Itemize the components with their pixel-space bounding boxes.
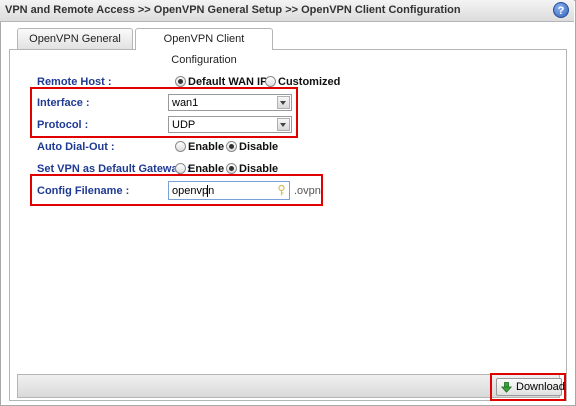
interface-label: Interface : bbox=[37, 97, 90, 109]
download-icon bbox=[501, 382, 512, 393]
interface-select-value: wan1 bbox=[172, 97, 199, 109]
default-gateway-disable-radio[interactable] bbox=[226, 163, 237, 174]
auto-dial-out-disable-radio[interactable] bbox=[226, 141, 237, 152]
text-caret bbox=[207, 185, 208, 197]
auto-dial-out-label: Auto Dial-Out : bbox=[37, 141, 115, 153]
auto-dial-out-enable-radio[interactable] bbox=[175, 141, 186, 152]
remote-host-default-wan-radio[interactable] bbox=[175, 76, 186, 87]
config-filename-label: Config Filename : bbox=[37, 185, 130, 197]
config-filename-input[interactable]: openvpn bbox=[168, 181, 290, 200]
auto-dial-out-disable-label: Disable bbox=[239, 141, 279, 153]
chevron-down-icon bbox=[277, 96, 290, 109]
footer-bar bbox=[17, 374, 560, 398]
title-bar: VPN and Remote Access >> OpenVPN General… bbox=[0, 0, 574, 22]
download-label: Download bbox=[516, 381, 565, 393]
download-button[interactable]: Download bbox=[496, 378, 565, 396]
filename-extension: .ovpn bbox=[294, 185, 321, 197]
protocol-select[interactable]: UDP bbox=[168, 116, 292, 133]
remote-host-customized-radio[interactable] bbox=[265, 76, 276, 87]
chevron-down-icon bbox=[277, 118, 290, 131]
protocol-label: Protocol : bbox=[37, 119, 89, 131]
protocol-select-value: UDP bbox=[172, 119, 196, 131]
default-gateway-enable-radio[interactable] bbox=[175, 163, 186, 174]
tab-openvpn-general-setup[interactable]: OpenVPN General Setup bbox=[17, 28, 133, 66]
auto-dial-out-enable-label: Enable bbox=[188, 141, 225, 153]
breadcrumb-title: VPN and Remote Access >> OpenVPN General… bbox=[5, 4, 461, 16]
tab-openvpn-client-configuration[interactable]: OpenVPN Client Configuration bbox=[135, 28, 273, 66]
help-icon[interactable]: ? bbox=[553, 2, 569, 18]
key-icon bbox=[278, 185, 285, 196]
interface-select[interactable]: wan1 bbox=[168, 94, 292, 111]
